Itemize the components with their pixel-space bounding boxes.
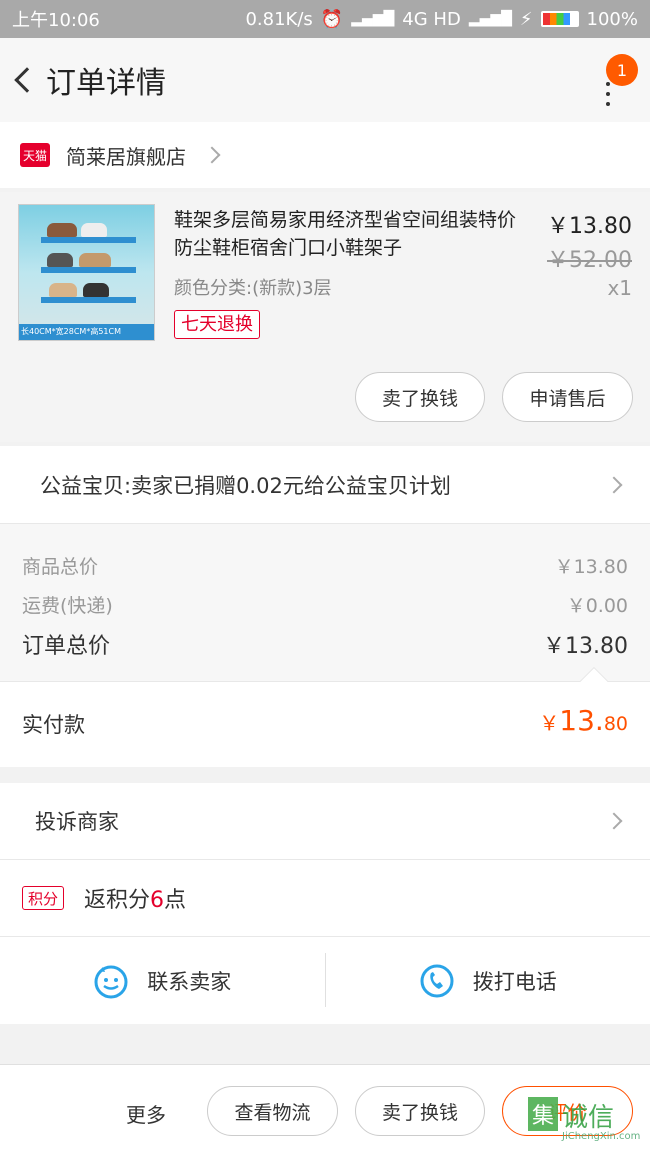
- goods-total-row: 商品总价 ￥13.80: [22, 552, 628, 579]
- back-button[interactable]: [0, 38, 44, 122]
- contact-seller-button[interactable]: 联系卖家: [0, 937, 325, 1024]
- status-indicators: 0.81K/s ⏰ ▂▄▆█ 4G HD ▂▄▆█ ⚡ 100%: [245, 9, 638, 30]
- return-policy-tag: 七天退换: [174, 310, 260, 339]
- battery-icon: [540, 11, 579, 27]
- payment-decimal: 80: [603, 713, 628, 735]
- product-thumbnail[interactable]: 长40CM*宽28CM*高51CM: [18, 204, 155, 341]
- view-logistics-button[interactable]: 查看物流: [207, 1086, 338, 1136]
- shoe-shape: [47, 253, 73, 267]
- more-vertical-icon: [606, 82, 610, 106]
- order-total-value: ￥13.80: [543, 634, 628, 659]
- phone-icon: [420, 964, 454, 997]
- shelf-bar: [41, 237, 136, 243]
- product-price: ￥13.80: [547, 214, 632, 239]
- contact-bar: 联系卖家 拨打电话: [0, 937, 650, 1024]
- shop-row[interactable]: 天猫 简莱居旗舰店: [0, 122, 650, 188]
- signal-icon-2: ▂▄▆█: [468, 11, 512, 27]
- chat-face-icon: [94, 965, 128, 998]
- product-card[interactable]: 长40CM*宽28CM*高51CM 鞋架多层简易家用经济型省空间组装特价防尘鞋柜…: [0, 192, 650, 442]
- more-menu-button[interactable]: 1: [594, 54, 638, 106]
- watermark-logo: 集 诚信 JiChengXin.com: [528, 1097, 646, 1147]
- sell-for-cash-button[interactable]: 卖了换钱: [355, 1086, 485, 1136]
- status-network: 4G HD: [402, 8, 461, 30]
- original-price: ￥52.00: [547, 248, 632, 273]
- status-time: 上午10:06: [12, 10, 100, 31]
- order-total-label: 订单总价: [22, 634, 111, 659]
- goods-total-label: 商品总价: [22, 556, 99, 578]
- page-title: 订单详情: [46, 66, 166, 101]
- points-badge: 积分: [22, 886, 64, 910]
- section-gap: [0, 1024, 650, 1064]
- more-actions-button[interactable]: 更多: [126, 1099, 166, 1128]
- shipping-label: 运费(快递): [22, 595, 113, 617]
- product-name: 鞋架多层简易家用经济型省空间组装特价防尘鞋柜宿舍门口小鞋架子: [174, 209, 517, 259]
- points-suffix: 点: [164, 888, 187, 913]
- app-bar: 订单详情 1: [0, 38, 650, 122]
- product-quantity: x1: [607, 276, 632, 300]
- points-row: 积分 返积分6点: [0, 860, 650, 937]
- points-text: 返积分6点: [84, 882, 186, 914]
- watermark-text: 诚信: [562, 1103, 615, 1133]
- shoe-shape: [49, 283, 77, 297]
- shoe-shape: [47, 223, 77, 237]
- order-total-row: 订单总价 ￥13.80: [22, 628, 628, 660]
- goods-total-value: ￥13.80: [554, 556, 628, 578]
- status-bar: 上午10:06 0.81K/s ⏰ ▂▄▆█ 4G HD ▂▄▆█ ⚡ 100%: [0, 0, 650, 38]
- price-summary: 商品总价 ￥13.80 运费(快递) ￥0.00 订单总价 ￥13.80: [0, 524, 650, 681]
- shelf-bar: [41, 297, 136, 303]
- shelf-bar: [41, 267, 136, 273]
- status-battery: 100%: [586, 8, 638, 30]
- notification-badge: 1: [606, 54, 638, 86]
- after-sale-button[interactable]: 申请售后: [502, 372, 633, 422]
- shop-name: 简莱居旗舰店: [66, 144, 186, 169]
- status-speed: 0.81K/s: [245, 8, 313, 30]
- thumbnail-caption: 长40CM*宽28CM*高51CM: [19, 324, 154, 340]
- product-spec: 颜色分类:(新款)3层: [174, 278, 332, 299]
- complain-seller-row[interactable]: 投诉商家: [0, 783, 650, 860]
- shipping-value: ￥0.00: [566, 595, 628, 617]
- chevron-right-icon: [605, 476, 623, 493]
- payment-integer: 13.: [559, 704, 604, 737]
- points-prefix: 返积分: [84, 888, 151, 913]
- shipping-row: 运费(快递) ￥0.00: [22, 591, 628, 618]
- contact-seller-label: 联系卖家: [147, 969, 232, 994]
- charity-row[interactable]: 公益宝贝:卖家已捐赠0.02元给公益宝贝计划: [0, 446, 650, 524]
- charity-text: 公益宝贝:卖家已捐赠0.02元给公益宝贝计划: [40, 473, 451, 498]
- call-phone-button[interactable]: 拨打电话: [326, 937, 650, 1024]
- payment-currency: ￥: [539, 711, 560, 735]
- alarm-icon: ⏰: [320, 8, 344, 30]
- shoe-shape: [79, 253, 111, 267]
- sell-button[interactable]: 卖了换钱: [355, 372, 485, 422]
- shoe-shape: [83, 283, 109, 297]
- charging-icon: ⚡: [519, 8, 533, 30]
- signal-icon: ▂▄▆█: [351, 11, 395, 27]
- points-count: 6: [150, 888, 165, 913]
- chevron-right-icon: [203, 146, 221, 164]
- actual-payment-value: ￥13.80: [539, 704, 628, 737]
- chevron-right-icon: [605, 812, 623, 830]
- actual-payment-row: 实付款 ￥13.80: [0, 666, 650, 767]
- back-arrow-icon: [14, 67, 40, 93]
- complain-seller-label: 投诉商家: [35, 810, 119, 834]
- tmall-logo-icon: 天猫: [20, 143, 50, 167]
- actual-payment-label: 实付款: [22, 713, 85, 737]
- watermark-glyph: 集: [528, 1097, 558, 1131]
- call-phone-label: 拨打电话: [472, 969, 557, 994]
- watermark-url: JiChengXin.com: [562, 1131, 641, 1142]
- shoe-shape: [81, 223, 107, 237]
